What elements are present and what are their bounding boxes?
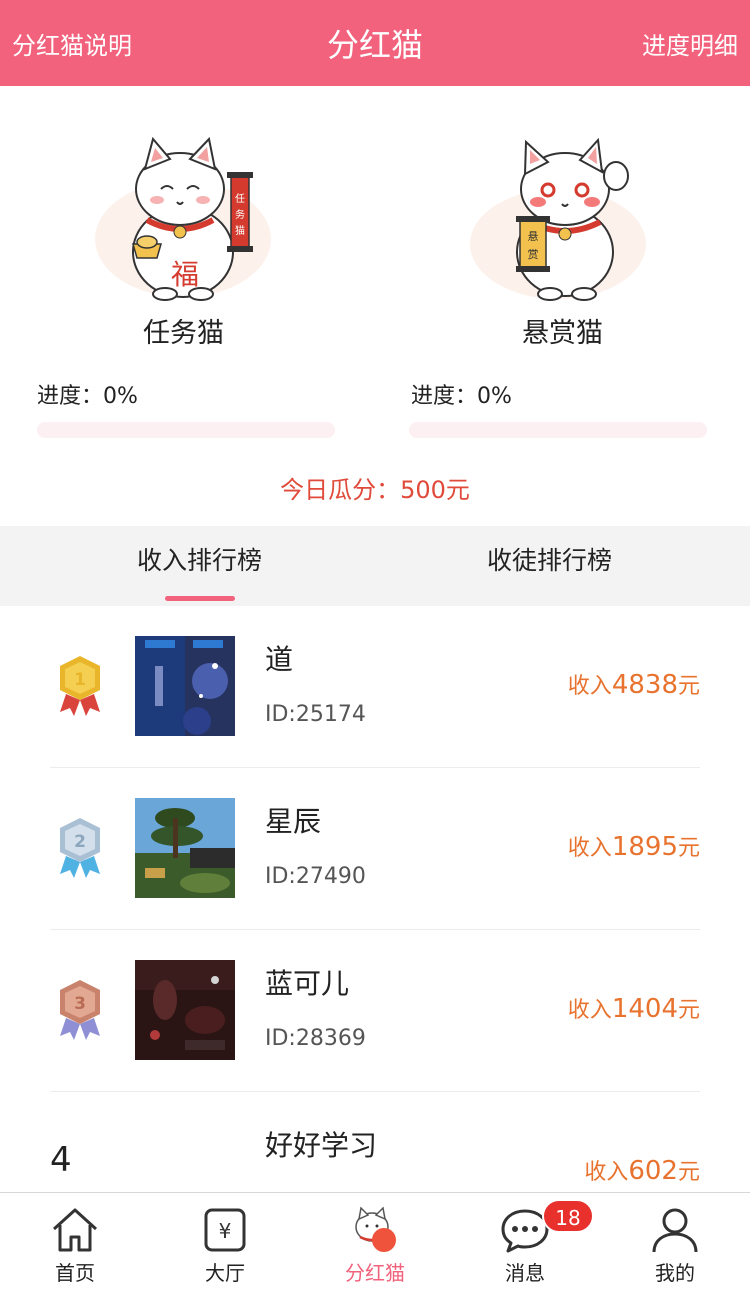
income-prefix: 收入 [567,674,612,699]
tab-income-ranking[interactable]: 收入排行榜 [12,526,387,606]
home-icon [52,1208,98,1252]
tabbar-messages-label: 消息 [505,1261,545,1285]
table-row[interactable]: 2 星辰 ID:27490 收入1895元 [50,768,700,930]
income-prefix: 收入 [584,1160,629,1185]
svg-text:赏: 赏 [528,248,539,261]
avatar[interactable] [135,960,235,1060]
svg-text:福: 福 [171,258,199,291]
silver-medal-icon: 2 [60,818,100,878]
table-row[interactable]: 1 道 ID:25174 收入4838元 [50,606,700,768]
user-icon [652,1208,698,1253]
avatar[interactable] [135,636,235,736]
reward-cat-progress-bar [409,422,707,438]
top-header: 分红猫说明 分红猫 进度明细 [0,0,750,86]
today-dividend-label: 今日瓜分：500元 [280,476,470,504]
tabbar-hall-label: 大厅 [205,1261,245,1285]
user-name: 星辰 [265,805,322,838]
income-amount: 1895 [611,832,678,862]
tabbar-dividend-cat[interactable]: 分红猫 [300,1193,450,1292]
bronze-medal-icon: 3 [60,980,100,1040]
svg-text:3: 3 [74,994,86,1014]
tabbar-mine-label: 我的 [655,1261,695,1285]
svg-text:1: 1 [74,670,86,690]
income-suffix: 元 [677,998,700,1023]
income-amount: 1404 [611,994,678,1024]
tabbar-hall[interactable]: ¥ 大厅 [150,1193,300,1292]
svg-text:2: 2 [74,832,86,852]
reward-cat-progress-label: 进度：0% [411,384,512,409]
app-root: 分红猫说明 分红猫 进度明细 福 任 务 猫 任务猫 进度：0% 悬 赏 悬赏猫… [0,0,750,1292]
rank-number: 4 [50,1140,72,1180]
income-prefix: 收入 [567,998,612,1023]
income-prefix: 收入 [567,836,612,861]
task-cat-name: 任务猫 [143,318,224,349]
lucky-cat-icon [355,1206,396,1252]
income-value: 收入1404元 [568,992,700,1024]
income-value: 收入4838元 [568,668,700,700]
page-title: 分红猫 [326,26,423,64]
user-name: 道 [265,643,294,676]
progress-detail-link[interactable]: 进度明细 [642,26,738,61]
svg-text:任: 任 [235,192,245,205]
ranking-tabs: 收入排行榜 收徒排行榜 [0,526,750,606]
gold-medal-icon: 1 [60,656,100,716]
user-id: ID:28369 [265,1026,366,1051]
task-cat-card[interactable]: 福 任 务 猫 任务猫 进度：0% [0,86,375,526]
reward-cat-illustration: 悬 赏 [470,137,646,301]
income-amount: 4838 [611,670,678,700]
message-count-badge: 18 [542,1199,594,1233]
reward-cat-card[interactable]: 悬 赏 悬赏猫 进度：0% [375,86,750,526]
income-suffix: 元 [677,836,700,861]
svg-text:猫: 猫 [235,224,245,237]
bottom-tabbar: 首页 ¥ 大厅 分红猫 18 消息 我的 [0,1192,750,1292]
reward-cat-name: 悬赏猫 [522,318,603,349]
income-amount: 602 [628,1156,678,1186]
svg-text:悬: 悬 [528,230,539,243]
cats-section: 福 任 务 猫 任务猫 进度：0% 悬 赏 悬赏猫 进度：0% [0,86,750,526]
tabbar-home-label: 首页 [55,1261,95,1285]
task-cat-progress-label: 进度：0% [37,384,138,409]
yuan-icon: ¥ [204,1208,246,1252]
tabbar-mine[interactable]: 我的 [600,1193,750,1292]
user-id: ID:27490 [265,864,366,889]
user-id: ID:25174 [265,702,366,727]
table-row[interactable]: 4 好好学习 收入602元 [50,1092,700,1192]
income-value: 收入1895元 [568,830,700,862]
ranking-list: 1 道 ID:25174 收入4838元 2 星辰 ID:27490 收入189… [0,606,750,1192]
active-tab-indicator [165,596,235,601]
svg-text:¥: ¥ [219,1219,232,1243]
income-suffix: 元 [677,674,700,699]
tabbar-home[interactable]: 首页 [0,1193,150,1292]
tabbar-dividend-cat-label: 分红猫 [345,1261,405,1285]
avatar[interactable] [135,798,235,898]
user-name: 好好学习 [265,1129,378,1162]
income-value: 收入602元 [584,1154,700,1186]
user-name: 蓝可儿 [265,967,350,1000]
task-cat-illustration: 福 任 务 猫 [95,136,271,301]
task-cat-progress-bar [37,422,335,438]
tabbar-messages[interactable]: 18 消息 [450,1193,600,1292]
income-suffix: 元 [677,1160,700,1185]
table-row[interactable]: 3 蓝可儿 ID:28369 收入1404元 [50,930,700,1092]
tab-apprentice-ranking[interactable]: 收徒排行榜 [362,526,737,606]
svg-text:务: 务 [235,208,245,221]
